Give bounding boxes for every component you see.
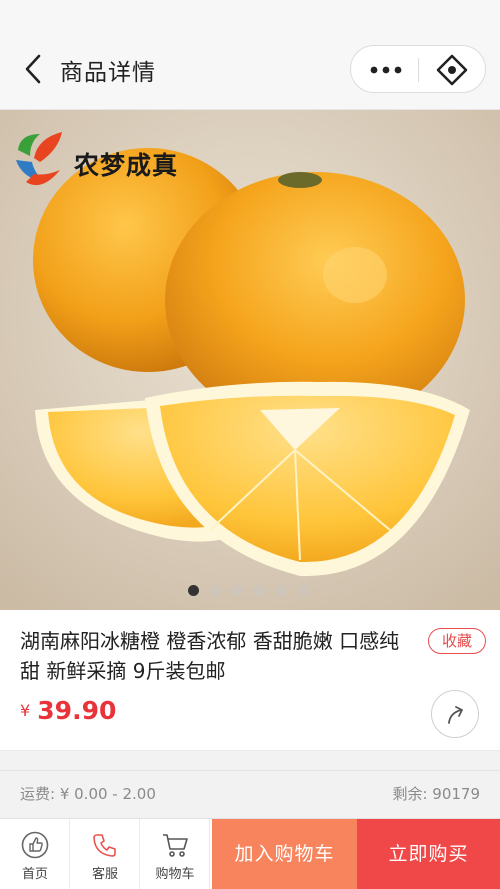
cart-button[interactable]: 购物车 [140,819,210,889]
favorite-button[interactable]: 收藏 [428,628,486,654]
product-image-carousel[interactable]: 农梦成真 [0,110,500,610]
stock-remaining: 剩余: 90179 [392,785,480,803]
capsule-divider [418,58,419,82]
carousel-dot[interactable] [210,585,221,596]
section-gap [0,750,500,770]
shipping-fee: 运费: ¥ 0.00 - 2.00 [20,785,156,803]
price-value: 39.90 [37,696,117,725]
shipping-row: 运费: ¥ 0.00 - 2.00 剩余: 90179 [0,770,500,818]
page-title: 商品详情 [60,60,156,86]
home-label: 首页 [21,867,48,882]
chevron-left-icon [25,54,41,84]
target-icon [436,54,468,86]
product-photo [0,110,500,610]
carousel-indicator [188,585,318,597]
carousel-dot[interactable] [188,585,199,596]
header-bar: 商品详情 [0,0,500,110]
back-button[interactable] [18,50,52,88]
product-title: 湖南麻阳冰糖橙 橙香浓郁 香甜脆嫩 口感纯甜 新鲜采摘 9斤装包邮 [20,629,400,683]
shopping-cart-icon [163,834,188,857]
leaf-logo-icon [16,132,62,186]
product-price: ¥ 39.90 [20,696,116,725]
carousel-dot[interactable] [276,585,287,596]
mini-program-capsule [350,45,486,93]
product-info-card: 湖南麻阳冰糖橙 橙香浓郁 香甜脆嫩 口感纯甜 新鲜采摘 9斤装包邮 收藏 ¥ 3… [0,610,500,750]
thumbs-up-icon [21,831,49,859]
brand-name: 农梦成真 [74,151,179,180]
carousel-dot[interactable] [298,585,309,596]
carousel-dot[interactable] [232,585,243,596]
more-dots-icon [370,66,402,74]
close-target-button[interactable] [435,53,469,87]
service-label: 客服 [91,867,118,882]
add-to-cart-button[interactable]: 加入购物车 [212,819,357,889]
carousel-dot[interactable] [254,585,265,596]
phone-icon [93,834,116,857]
cart-label: 购物车 [155,867,195,882]
price-currency: ¥ [20,701,31,720]
buy-now-button[interactable]: 立即购买 [357,819,500,889]
home-button[interactable]: 首页 [0,819,70,889]
more-button[interactable] [365,56,407,84]
share-arrow-icon [448,706,463,724]
bottom-action-bar: 首页 客服 购物车 加入购物车 立即购买 [0,818,500,889]
customer-service-button[interactable]: 客服 [70,819,140,889]
share-button[interactable] [431,690,479,738]
